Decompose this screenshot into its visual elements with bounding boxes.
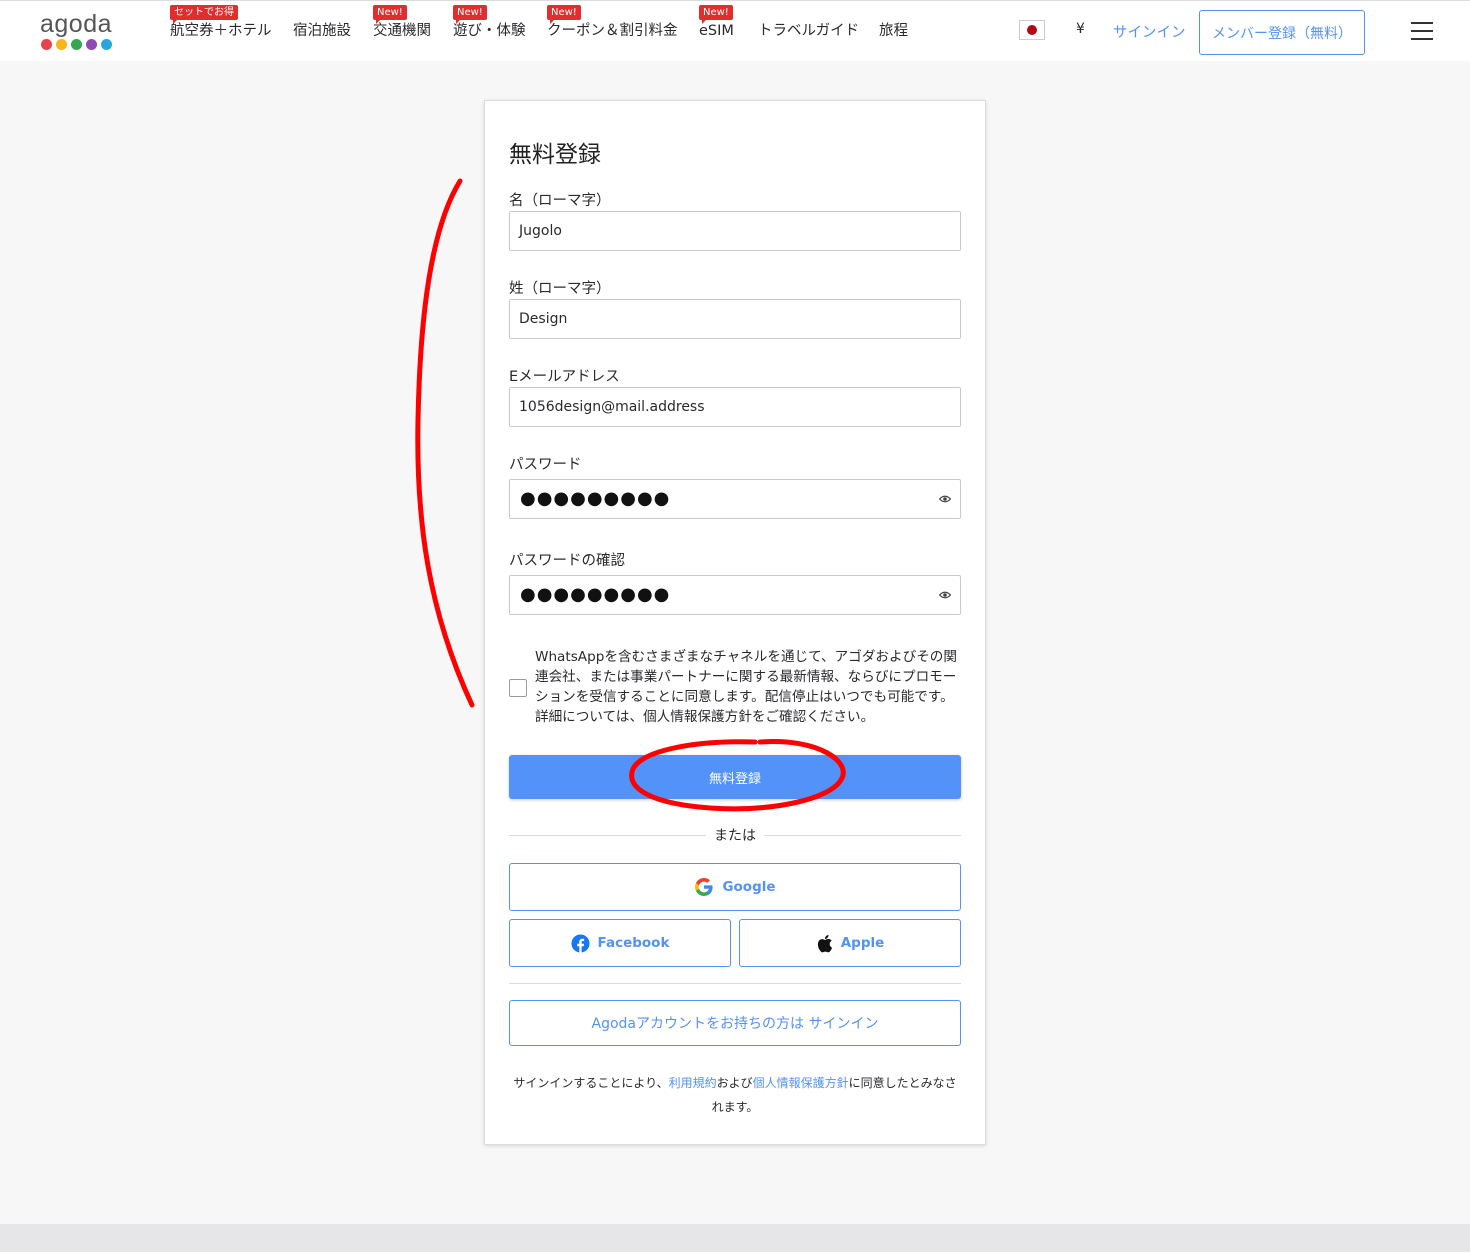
nav-label: 旅程 — [879, 23, 908, 39]
red-bracket-annotation — [415, 178, 475, 708]
logo-dot — [101, 39, 112, 50]
google-signin-button[interactable]: Google — [509, 863, 961, 911]
nav-label: eSIM — [699, 23, 734, 39]
nav-flight-hotel[interactable]: セットでお得 航空券＋ホテル — [170, 5, 272, 41]
section-divider — [509, 983, 961, 984]
show-password-confirm-eye-icon[interactable] — [939, 590, 951, 600]
hamburger-menu-icon[interactable] — [1411, 22, 1433, 40]
terms-middle: および — [716, 1076, 753, 1090]
password-mask: ●●●●●●●●● — [520, 488, 671, 509]
google-label: Google — [722, 879, 776, 895]
logo-text: agoda — [40, 10, 113, 38]
nav-badge: New! — [547, 5, 581, 24]
nav-accommodation[interactable]: 宿泊施設 — [293, 21, 351, 41]
facebook-label: Facebook — [597, 935, 670, 951]
logo-dot — [41, 39, 52, 50]
signup-card: 無料登録 名（ローマ字） Jugolo 姓（ローマ字） Design Eメールア… — [484, 100, 986, 1145]
top-navigation-bar: agoda セットでお得 航空券＋ホテル 宿泊施設 New! 交通機関 New!… — [0, 0, 1470, 61]
nav-itinerary[interactable]: 旅程 — [879, 21, 908, 41]
password-confirm-label: パスワードの確認 — [509, 553, 625, 569]
nav-label: 遊び・体験 — [453, 23, 526, 39]
google-icon — [695, 878, 714, 896]
flag-sun — [1027, 25, 1037, 35]
nav-badge: New! — [373, 5, 407, 24]
email-label: Eメールアドレス — [509, 369, 620, 385]
nav-badge: New! — [699, 5, 733, 24]
nav-badge: New! — [453, 5, 487, 24]
logo-dot — [56, 39, 67, 50]
privacy-policy-link[interactable]: 個人情報保護方針 — [753, 1076, 849, 1090]
nav-activities[interactable]: New! 遊び・体験 — [453, 5, 526, 41]
agoda-logo[interactable]: agoda — [40, 11, 116, 55]
or-text: または — [706, 825, 764, 845]
logo-dot — [71, 39, 82, 50]
existing-account-signin-button[interactable]: Agodaアカウントをお持ちの方は サインイン — [509, 1000, 961, 1046]
nav-transport[interactable]: New! 交通機関 — [373, 5, 431, 41]
password-confirm-mask: ●●●●●●●●● — [520, 584, 671, 605]
password-input[interactable]: ●●●●●●●●● — [509, 479, 961, 519]
apple-icon — [817, 934, 832, 952]
japan-flag-icon[interactable] — [1019, 20, 1045, 40]
hamburger-line — [1411, 30, 1433, 32]
show-password-eye-icon[interactable] — [939, 494, 951, 504]
first-name-input[interactable]: Jugolo — [509, 211, 961, 251]
signin-link[interactable]: サインイン — [1113, 21, 1186, 42]
nav-label: トラベルガイド — [758, 23, 860, 39]
form-title: 無料登録 — [509, 142, 601, 168]
last-name-input[interactable]: Design — [509, 299, 961, 339]
nav-label: 交通機関 — [373, 23, 431, 39]
footer-strip — [0, 1224, 1470, 1252]
logo-dot — [86, 39, 97, 50]
nav-label: クーポン＆割引料金 — [547, 23, 678, 39]
submit-register-button[interactable]: 無料登録 — [509, 755, 961, 799]
consent-text: WhatsAppを含むさまざまなチャネルを通じて、アゴダおよびその関連会社、また… — [535, 649, 957, 725]
facebook-icon — [571, 933, 590, 953]
password-label: パスワード — [509, 457, 582, 473]
nav-coupons[interactable]: New! クーポン＆割引料金 — [547, 5, 678, 41]
register-button[interactable]: メンバー登録（無料） — [1199, 10, 1365, 55]
hamburger-line — [1411, 22, 1433, 24]
apple-signin-button[interactable]: Apple — [739, 919, 961, 967]
terms-prefix: サインインすることにより、 — [513, 1076, 669, 1090]
hamburger-line — [1411, 38, 1433, 40]
first-name-label: 名（ローマ字） — [509, 193, 611, 209]
apple-label: Apple — [840, 935, 885, 951]
nav-label: 宿泊施設 — [293, 23, 351, 39]
nav-badge: セットでお得 — [170, 5, 238, 24]
logo-dots — [40, 39, 116, 50]
facebook-signin-button[interactable]: Facebook — [509, 919, 731, 967]
marketing-consent: WhatsAppを含むさまざまなチャネルを通じて、アゴダおよびその関連会社、また… — [509, 647, 961, 727]
currency-selector[interactable]: ¥ — [1076, 21, 1085, 37]
email-input[interactable]: 1056design@mail.address — [509, 387, 961, 427]
terms-notice: サインインすることにより、利用規約および個人情報保護方針に同意したとみなされます… — [509, 1071, 961, 1119]
consent-checkbox[interactable] — [509, 679, 527, 697]
nav-esim[interactable]: New! eSIM — [699, 5, 734, 41]
last-name-label: 姓（ローマ字） — [509, 281, 611, 297]
nav-label: 航空券＋ホテル — [170, 23, 272, 39]
password-confirm-input[interactable]: ●●●●●●●●● — [509, 575, 961, 615]
nav-travel-guide[interactable]: トラベルガイド — [758, 21, 859, 41]
terms-of-use-link[interactable]: 利用規約 — [669, 1076, 717, 1090]
